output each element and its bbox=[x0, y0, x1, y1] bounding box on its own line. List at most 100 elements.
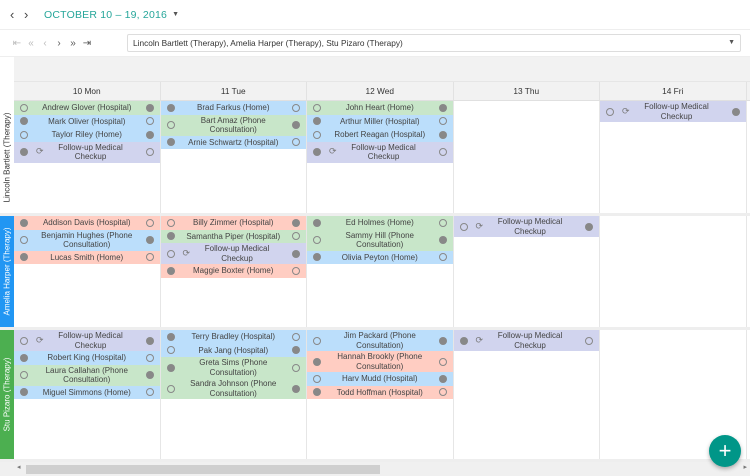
appointment[interactable]: Miguel Simmons (Home) bbox=[14, 385, 160, 399]
clock-icon bbox=[606, 107, 614, 116]
appointment[interactable]: ⟳ Follow-up Medical Checkup bbox=[453, 216, 599, 237]
appointment[interactable]: Arnie Schwartz (Hospital) bbox=[160, 135, 306, 149]
day-cell[interactable]: ⟳ Follow-up Medical Checkup bbox=[453, 330, 600, 459]
appointment-title: Miguel Simmons (Home) bbox=[42, 387, 131, 397]
clock-icon bbox=[20, 371, 28, 379]
appointment[interactable]: Pak Jang (Hospital) bbox=[160, 343, 306, 357]
day-cell[interactable]: Brad Farkus (Home) Bart Amaz (Phone Consu… bbox=[160, 101, 307, 213]
appointment[interactable]: ⟳ Follow-up Medical Checkup bbox=[600, 101, 746, 122]
day-cell[interactable]: Andrew Glover (Hospital) Mark Oliver (Hos… bbox=[14, 101, 161, 213]
appointment[interactable]: Terry Bradley (Hospital) bbox=[160, 330, 306, 344]
appointment-title: Bart Amaz (Phone Consultation) bbox=[200, 115, 266, 135]
day-cell[interactable]: Ed Holmes (Home) Sammy Hill (Phone Consul… bbox=[307, 216, 454, 327]
prev-page-button[interactable]: ‹ bbox=[38, 38, 52, 49]
prev-range-button[interactable]: ‹ bbox=[10, 7, 24, 22]
day-header-row: 10 Mon 11 Tue 12 Wed 13 Thu 14 Fri bbox=[14, 82, 750, 101]
appointment[interactable]: Billy Zimmer (Hospital) bbox=[160, 216, 306, 230]
resource-label: Lincoln Bartlett (Therapy) bbox=[0, 101, 14, 213]
appointment[interactable]: Ed Holmes (Home) bbox=[307, 216, 453, 230]
clock-icon bbox=[166, 232, 175, 241]
appointment[interactable]: ⟳ Follow-up Medical Checkup bbox=[14, 141, 160, 163]
clock-icon bbox=[166, 384, 175, 393]
scroll-right-icon[interactable]: ▸ bbox=[743, 463, 747, 471]
clock-icon bbox=[313, 103, 321, 112]
resource-label-text: Amelia Harper (Therapy) bbox=[2, 227, 12, 316]
appointment-title: Brad Farkus (Home) bbox=[197, 103, 270, 112]
appointment[interactable]: ⟳ Follow-up Medical Checkup bbox=[453, 330, 599, 351]
appointment[interactable]: Samantha Piper (Hospital) bbox=[160, 229, 306, 243]
appointment[interactable]: Mark Oliver (Hospital) bbox=[14, 114, 160, 128]
day-cell[interactable]: John Heart (Home) Arthur Miller (Hospital… bbox=[307, 101, 454, 213]
appointment[interactable]: Robert King (Hospital) bbox=[14, 351, 160, 365]
appointment[interactable]: Sandra Johnson (Phone Consultation) bbox=[160, 378, 306, 399]
appointment-title: Arnie Schwartz (Hospital) bbox=[188, 137, 279, 147]
day-cell[interactable] bbox=[600, 216, 747, 327]
next-page-group-button[interactable]: » bbox=[66, 38, 80, 49]
appointment-title: Addison Davis (Hospital) bbox=[42, 218, 131, 227]
appointment[interactable]: Bart Amaz (Phone Consultation) bbox=[160, 114, 306, 136]
next-range-button[interactable]: › bbox=[24, 7, 38, 22]
first-page-button[interactable]: ⇤ bbox=[10, 38, 24, 49]
appointment[interactable]: ⟳ Follow-up Medical Checkup bbox=[160, 243, 306, 264]
resource-group: Stu Pizaro (Therapy) ⟳ Follow-up Medical C… bbox=[0, 330, 750, 462]
appointment[interactable]: ⟳ Follow-up Medical Checkup bbox=[14, 330, 160, 351]
day-cell[interactable]: Jim Packard (Phone Consultation) Hannah B… bbox=[307, 330, 454, 459]
appointment[interactable]: Jim Packard (Phone Consultation) bbox=[307, 330, 453, 351]
chevron-down-icon[interactable]: ▼ bbox=[172, 11, 179, 18]
chevron-down-icon[interactable]: ▼ bbox=[728, 35, 735, 51]
appointment-title: Pak Jang (Hospital) bbox=[198, 345, 269, 355]
next-page-button[interactable]: › bbox=[52, 38, 66, 49]
appointment[interactable]: Arthur Miller (Hospital) bbox=[307, 114, 453, 128]
add-appointment-button[interactable]: + bbox=[709, 435, 741, 467]
resource-select[interactable]: Lincoln Bartlett (Therapy), Amelia Harpe… bbox=[127, 34, 741, 52]
appointment[interactable]: ⟳ Follow-up Medical Checkup bbox=[307, 141, 453, 163]
day-cell[interactable]: Billy Zimmer (Hospital) Samantha Piper (H… bbox=[160, 216, 307, 327]
day-cell[interactable]: ⟳ Follow-up Medical Checkup bbox=[453, 216, 600, 327]
clock-icon bbox=[145, 117, 154, 126]
clock-icon bbox=[438, 336, 447, 345]
scrollbar-thumb[interactable] bbox=[26, 465, 380, 474]
appointment[interactable]: Harv Mudd (Hospital) bbox=[307, 372, 453, 386]
clock-icon bbox=[438, 374, 447, 383]
date-range-title[interactable]: OCTOBER 10 – 19, 2016 bbox=[44, 9, 167, 21]
appointment-title: Taylor Riley (Home) bbox=[51, 130, 122, 139]
appointment[interactable]: Addison Davis (Hospital) bbox=[14, 216, 160, 230]
clock-icon bbox=[145, 130, 154, 139]
day-cell[interactable]: Addison Davis (Hospital) Benjamin Hughes … bbox=[14, 216, 161, 327]
day-cell[interactable] bbox=[454, 101, 600, 213]
appointment[interactable]: Maggie Boxter (Home) bbox=[160, 264, 306, 278]
appointment[interactable]: Brad Farkus (Home) bbox=[160, 101, 306, 115]
appointment-title: Follow-up Medical Checkup bbox=[58, 331, 123, 350]
appointment[interactable]: Sammy Hill (Phone Consultation) bbox=[307, 229, 453, 251]
appointment-title: Sandra Johnson (Phone Consultation) bbox=[190, 379, 277, 398]
appointment[interactable]: Hannah Brookly (Phone Consultation) bbox=[307, 351, 453, 372]
clock-icon bbox=[145, 148, 154, 156]
appointment[interactable]: John Heart (Home) bbox=[307, 101, 453, 115]
appointment[interactable]: Greta Sims (Phone Consultation) bbox=[160, 357, 306, 378]
last-page-button[interactable]: ⇥ bbox=[80, 38, 94, 49]
clock-icon bbox=[145, 218, 154, 227]
appointment[interactable]: Robert Reagan (Hospital) bbox=[307, 128, 453, 142]
appointment-title: Billy Zimmer (Hospital) bbox=[193, 218, 274, 227]
appointment[interactable]: Todd Hoffman (Hospital) bbox=[307, 385, 453, 399]
appointment[interactable]: Taylor Riley (Home) bbox=[14, 128, 160, 142]
clock-icon bbox=[438, 236, 447, 244]
appointment[interactable]: Lucas Smith (Home) bbox=[14, 250, 160, 264]
prev-page-group-button[interactable]: « bbox=[24, 38, 38, 49]
clock-icon bbox=[292, 121, 300, 129]
clock-icon bbox=[20, 353, 28, 362]
resource-label-text: Stu Pizaro (Therapy) bbox=[2, 357, 12, 432]
appointment[interactable]: Olivia Peyton (Home) bbox=[307, 250, 453, 264]
clock-icon bbox=[292, 346, 300, 355]
scroll-left-icon[interactable]: ◂ bbox=[17, 463, 21, 471]
day-cell[interactable]: ⟳ Follow-up Medical Checkup Robert King (H… bbox=[14, 330, 161, 459]
appointment-title: Jim Packard (Phone Consultation) bbox=[343, 331, 416, 350]
horizontal-scrollbar[interactable]: ◂ ▸ bbox=[0, 462, 750, 476]
appointment[interactable]: Andrew Glover (Hospital) bbox=[14, 101, 160, 115]
day-cell[interactable]: ⟳ Follow-up Medical Checkup bbox=[600, 101, 747, 213]
clock-icon bbox=[20, 148, 28, 156]
appointment[interactable]: Benjamin Hughes (Phone Consultation) bbox=[14, 229, 160, 251]
clock-icon bbox=[292, 266, 300, 275]
day-cell[interactable]: Terry Bradley (Hospital) Pak Jang (Hospit… bbox=[160, 330, 307, 459]
appointment[interactable]: Laura Callahan (Phone Consultation) bbox=[14, 364, 160, 386]
